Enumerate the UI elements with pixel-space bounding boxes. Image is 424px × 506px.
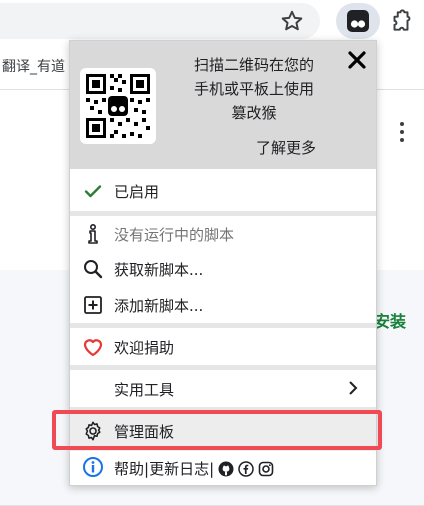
- get-new-scripts-label: 获取新脚本...: [114, 261, 204, 279]
- mobile-promo-banner: 扫描二维码在您的 手机或平板上使用 篡改猴 了解更多: [70, 41, 376, 169]
- highlight-box: [52, 410, 382, 450]
- bookmark-star-icon[interactable]: [279, 8, 305, 34]
- no-running-scripts-label: 没有运行中的脚本: [114, 226, 235, 244]
- donate-item[interactable]: 欢迎捐助: [70, 327, 376, 367]
- bookmark-item[interactable]: 翻译_有道: [2, 56, 65, 76]
- address-bar[interactable]: [0, 3, 320, 39]
- tampermonkey-icon: [347, 10, 369, 32]
- instagram-icon[interactable]: [258, 461, 274, 477]
- promo-text: 扫描二维码在您的 手机或平板上使用 篡改猴: [166, 53, 342, 125]
- browser-toolbar: [0, 0, 424, 42]
- no-running-scripts: 没有运行中的脚本: [70, 214, 376, 254]
- promo-line-2: 手机或平板上使用: [193, 80, 314, 98]
- qr-code-icon: [80, 68, 156, 144]
- info-script-icon: [82, 223, 104, 245]
- utilities-label: 实用工具: [114, 381, 175, 399]
- donate-label: 欢迎捐助: [114, 339, 175, 357]
- close-icon[interactable]: [346, 49, 368, 71]
- github-icon[interactable]: [218, 461, 234, 477]
- get-new-scripts-item[interactable]: 获取新脚本...: [70, 249, 376, 289]
- enabled-label: 已启用: [114, 183, 160, 201]
- changelog-link[interactable]: 更新日志: [149, 458, 209, 479]
- add-new-script-label: 添加新脚本...: [114, 297, 204, 315]
- extensions-puzzle-icon[interactable]: [388, 8, 414, 34]
- enabled-toggle[interactable]: 已启用: [70, 171, 376, 211]
- checkmark-icon: [82, 180, 104, 202]
- more-options-icon[interactable]: [398, 122, 406, 144]
- chevron-right-icon: [346, 380, 360, 396]
- utilities-item[interactable]: 实用工具: [70, 369, 376, 409]
- help-link[interactable]: 帮助: [114, 458, 144, 479]
- install-link[interactable]: 安装: [374, 308, 406, 332]
- tampermonkey-extension-button[interactable]: [336, 3, 380, 39]
- facebook-icon[interactable]: [238, 460, 254, 477]
- plus-box-icon: [82, 294, 104, 316]
- search-icon: [82, 258, 104, 280]
- separator: |: [209, 459, 215, 478]
- info-icon: [82, 456, 104, 478]
- popup-footer: 帮助 | 更新日志 |: [70, 449, 376, 485]
- heart-icon: [82, 336, 104, 358]
- promo-line-3: 篡改猴: [231, 104, 277, 122]
- learn-more-link[interactable]: 了解更多: [256, 137, 316, 158]
- footer-links: 帮助 | 更新日志 |: [114, 458, 274, 479]
- promo-line-1: 扫描二维码在您的: [193, 56, 314, 74]
- add-new-script-item[interactable]: 添加新脚本...: [70, 285, 376, 325]
